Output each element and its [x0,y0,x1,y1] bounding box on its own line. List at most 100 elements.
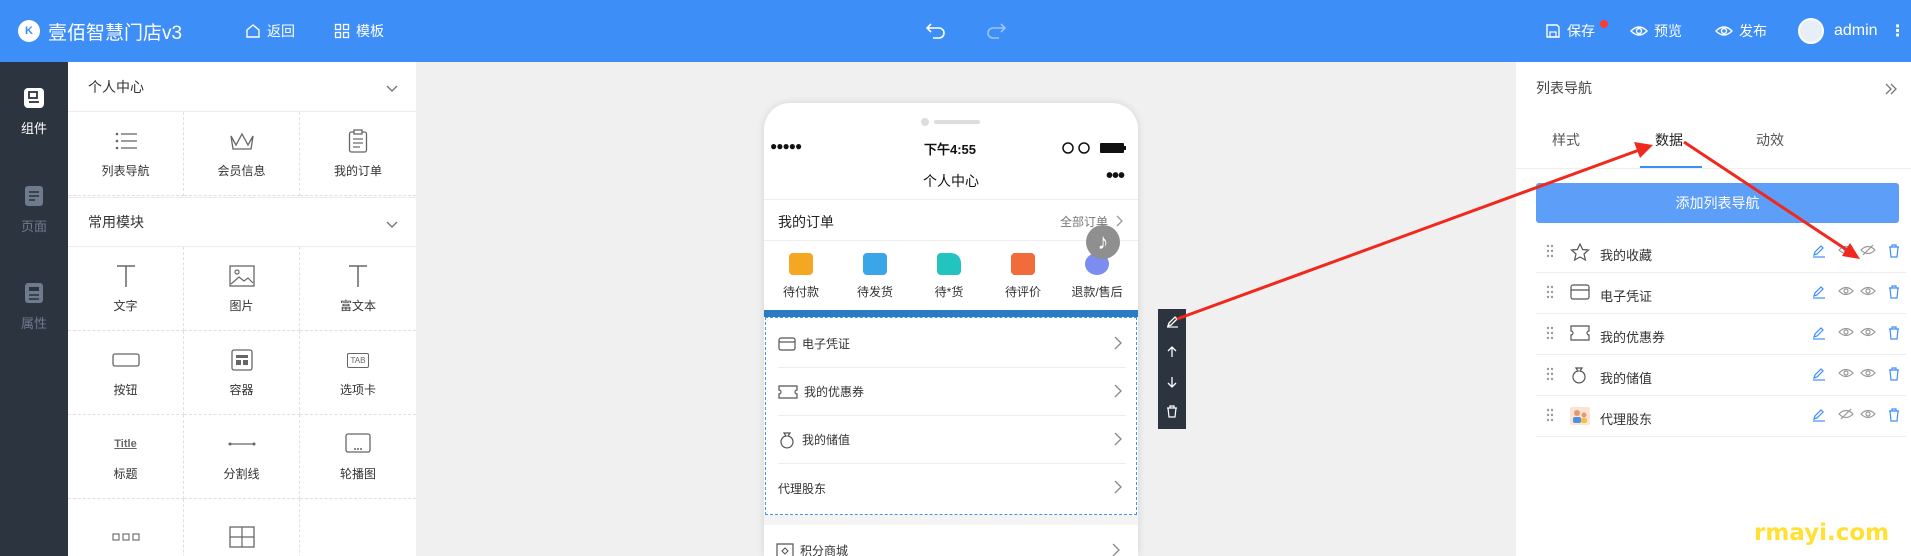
list-item-stored-value[interactable]: 我的储值 [778,416,1126,464]
component-carousel[interactable]: 轮播图 [300,415,416,499]
order-status-unpaid[interactable]: 待付款 [764,253,838,300]
order-status-refund[interactable]: 退款/售后 [1060,253,1134,300]
eye-off-icon[interactable] [1860,244,1876,256]
component-label: 标题 [113,467,138,481]
component-label: 轮播图 [339,467,376,481]
drag-handle-icon[interactable] [1546,326,1554,343]
component-rich-text[interactable]: 富文本 [300,247,416,331]
nav-item-stored-value[interactable]: 我的储值 [1536,355,1906,396]
eye-icon[interactable] [1860,285,1876,297]
add-list-nav-button[interactable]: 添加列表导航 [1536,183,1899,223]
tab-animation[interactable]: 动效 [1756,130,1784,150]
more-icon[interactable]: ••• [1106,165,1125,188]
edit-icon[interactable] [1812,367,1826,381]
order-status-to-receive[interactable]: 待*货 [912,253,986,300]
component-image[interactable]: 图片 [184,247,300,331]
status-time: 下午4:55 [924,142,977,157]
edit-icon[interactable] [1812,408,1826,422]
music-icon[interactable]: ♪ [1086,225,1120,259]
list-item-agent-shareholder[interactable]: 代理股东 [778,464,1126,512]
section-title: 常用模块 [88,214,144,230]
rail-item-pages[interactable]: 页面 [0,170,68,250]
selected-list-nav-block[interactable]: 电子凭证 我的优惠券 我的储值 代理股东 [765,317,1137,515]
eye-icon[interactable] [1838,285,1854,297]
component-button[interactable]: 按钮 [68,331,184,415]
component-my-orders[interactable]: 我的订单 [300,112,416,196]
nav-item-coupons[interactable]: 我的优惠券 [1536,314,1906,355]
drag-handle-icon[interactable] [1546,285,1554,302]
component-edit-toolbar [1158,309,1186,429]
edit-button[interactable] [1158,309,1186,339]
collapse-panel-icon[interactable] [1885,82,1897,100]
tab-style[interactable]: 样式 [1552,130,1580,150]
template-button[interactable]: 模板 [334,0,384,62]
eye-icon[interactable] [1838,367,1854,379]
section-title: 个人中心 [88,78,144,95]
eye-icon[interactable] [1838,326,1854,338]
delete-button[interactable] [1158,399,1186,429]
component-label: 会员信息 [217,164,266,178]
tab-data[interactable]: 数据 [1655,130,1683,150]
undo-button[interactable] [925,0,947,62]
selected-component-bar [764,310,1138,317]
component-icon [23,87,45,112]
trash-icon[interactable] [1888,326,1900,340]
component-title[interactable]: Title 标题 [68,415,184,499]
preview-button[interactable]: 预览 [1630,0,1682,62]
eye-icon [1715,24,1733,38]
drag-handle-icon[interactable] [1546,367,1554,384]
nav-item-label: 我的优惠券 [1600,330,1666,345]
order-status-to-review[interactable]: 待评价 [986,253,1060,300]
my-orders-label: 我的订单 [778,214,834,230]
my-orders-header[interactable]: 我的订单 全部订单 [764,199,1138,241]
phone-notch [921,118,980,126]
redo-button[interactable] [985,0,1007,62]
component-more-2[interactable] [184,499,300,556]
list-item-e-voucher[interactable]: 电子凭证 [778,320,1126,368]
user-menu[interactable]: admin ⋮ [1798,0,1906,62]
top-bar: K 壹佰智慧门店v3 返回 模板 保存 预览 发布 admin ⋮ [0,0,1911,62]
rail-item-components[interactable]: 组件 [0,72,68,152]
nav-item-label: 电子凭证 [1600,289,1653,304]
component-tabs[interactable]: TAB 选项卡 [300,331,416,415]
eye-icon[interactable] [1860,326,1876,338]
order-status-to-ship[interactable]: 待发货 [838,253,912,300]
edit-icon[interactable] [1812,326,1826,340]
eye-icon[interactable] [1860,367,1876,379]
section-header-personal-center[interactable]: 个人中心 [68,62,416,112]
tab-icon: TAB [346,347,370,373]
move-down-button[interactable] [1158,369,1186,399]
trash-icon[interactable] [1888,285,1900,299]
trash-icon[interactable] [1888,244,1900,258]
component-label: 文字 [113,299,138,313]
rail-item-properties[interactable]: 属性 [0,267,68,347]
nav-item-agent-shareholder[interactable]: 代理股东 [1536,396,1906,437]
order-status-label: 待发货 [856,285,893,299]
eye-icon[interactable] [1838,244,1854,256]
component-member-info[interactable]: 会员信息 [184,112,300,196]
eye-off-icon[interactable] [1838,408,1854,420]
rich-text-icon [347,263,369,289]
trash-icon[interactable] [1888,408,1900,422]
nav-item-favorites[interactable]: 我的收藏 [1536,232,1906,273]
save-button[interactable]: 保存 [1545,0,1595,62]
component-more-1[interactable] [68,499,184,556]
eye-icon[interactable] [1860,408,1876,420]
list-item-coupons[interactable]: 我的优惠券 [778,368,1126,416]
edit-icon[interactable] [1812,285,1826,299]
nav-item-e-voucher[interactable]: 电子凭证 [1536,273,1906,314]
drag-handle-icon[interactable] [1546,244,1554,261]
publish-button[interactable]: 发布 [1715,0,1767,62]
component-container[interactable]: 容器 [184,331,300,415]
edit-icon[interactable] [1812,244,1826,258]
move-up-button[interactable] [1158,339,1186,369]
list-item-points-mall[interactable]: 积分商城 [776,527,1124,556]
drag-handle-icon[interactable] [1546,408,1554,425]
component-divider[interactable]: 分割线 [184,415,300,499]
back-button[interactable]: 返回 [245,0,295,62]
component-list-nav[interactable]: 列表导航 [68,112,184,196]
trash-icon[interactable] [1888,367,1900,381]
component-text[interactable]: 文字 [68,247,184,331]
section-header-common-modules[interactable]: 常用模块 [68,197,416,247]
component-label: 列表导航 [101,164,150,178]
